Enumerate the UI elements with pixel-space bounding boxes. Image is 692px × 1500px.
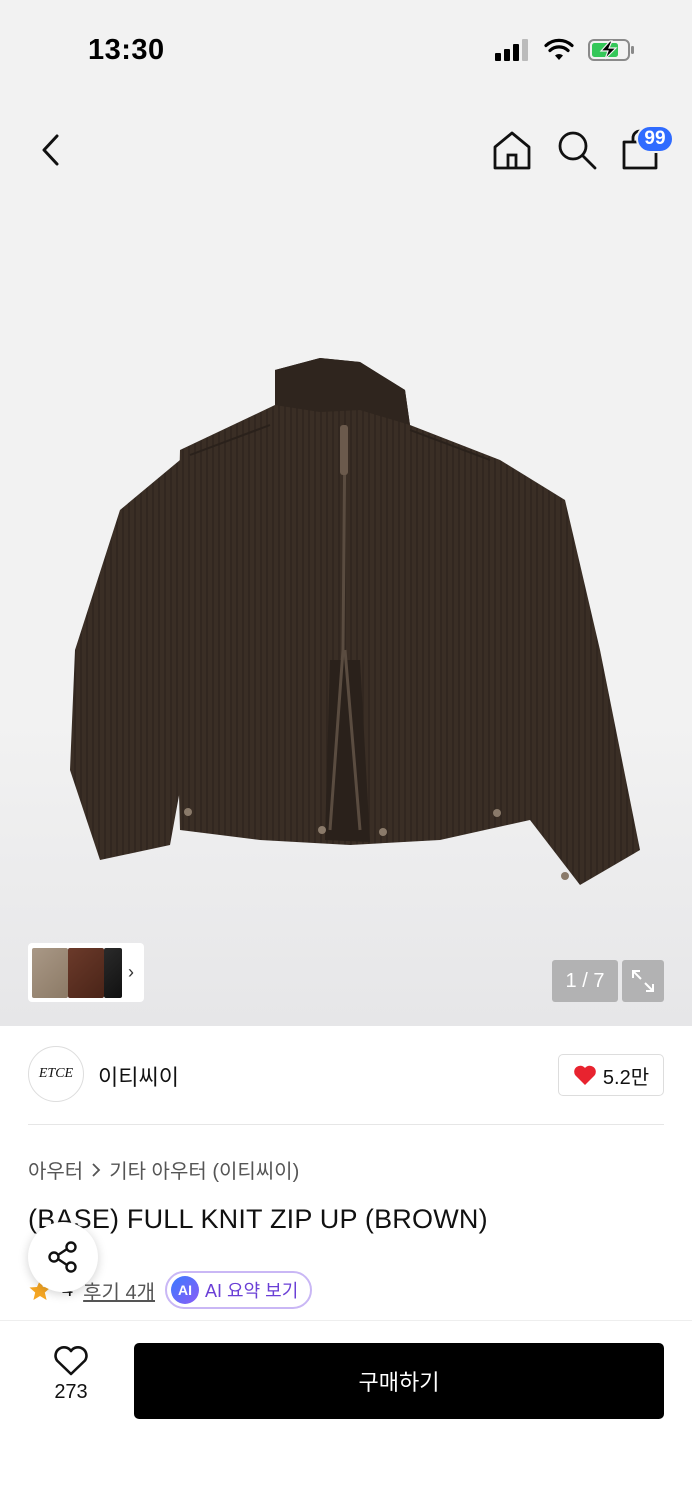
image-counter: 1 / 7 [552, 960, 618, 1002]
wishlist-button[interactable]: 273 [36, 1345, 106, 1404]
share-button[interactable] [28, 1222, 98, 1292]
expand-icon [632, 970, 654, 992]
home-button[interactable] [490, 128, 534, 172]
search-button[interactable] [555, 128, 599, 172]
wifi-icon [544, 38, 574, 60]
ai-summary-button[interactable]: AI AI 요약 보기 [165, 1271, 313, 1309]
cart-count-badge: 99 [636, 125, 674, 153]
brand-like-button[interactable]: 5.2만 [558, 1054, 664, 1096]
breadcrumb-subcategory[interactable]: 기타 아우터 (이티씨이) [109, 1155, 299, 1184]
brand-logo[interactable]: ETCE [28, 1046, 84, 1102]
heart-outline-icon [54, 1346, 88, 1376]
chevron-left-icon [42, 134, 59, 166]
breadcrumb-category[interactable]: 아우터 [28, 1155, 83, 1184]
heart-filled-icon [574, 1065, 596, 1085]
chevron-right-icon [92, 1162, 101, 1177]
share-icon [48, 1241, 77, 1273]
brand-name[interactable]: 이티씨이 [98, 1060, 179, 1092]
bottom-action-bar: 273 구매하기 [0, 1320, 692, 1500]
top-navigation [0, 100, 692, 200]
cellular-signal-icon [495, 39, 528, 61]
buy-button[interactable]: 구매하기 [134, 1343, 664, 1419]
color-thumbnail-strip[interactable]: › [28, 943, 144, 1002]
brand-row: ETCE 이티씨이 5.2만 [0, 1026, 692, 1126]
ai-badge-icon: AI [171, 1276, 200, 1304]
product-title: (BASE) FULL KNIT ZIP UP (BROWN) [28, 1204, 488, 1234]
ai-summary-label: AI 요약 보기 [205, 1281, 299, 1301]
home-icon [493, 131, 531, 170]
brand-like-count: 5.2만 [602, 1066, 650, 1089]
back-button[interactable] [30, 128, 70, 172]
thumbnail-brown[interactable] [68, 947, 104, 998]
battery-charging-icon [588, 39, 634, 61]
status-time: 13:30 [88, 34, 165, 66]
chevron-right-icon[interactable]: › [128, 962, 134, 983]
status-bar: 13:30 [0, 0, 692, 100]
review-count-link[interactable]: 후기 4개 [83, 1276, 155, 1305]
status-icons [494, 38, 636, 62]
wishlist-count: 273 [54, 1381, 88, 1403]
thumbnail-beige[interactable] [32, 947, 68, 998]
fullscreen-button[interactable] [622, 960, 664, 1002]
divider [28, 1124, 664, 1125]
breadcrumb: 아우터 기타 아우터 (이티씨이) [28, 1155, 299, 1184]
thumbnail-black[interactable] [104, 947, 122, 998]
product-image[interactable] [60, 350, 650, 890]
search-icon [558, 131, 597, 170]
